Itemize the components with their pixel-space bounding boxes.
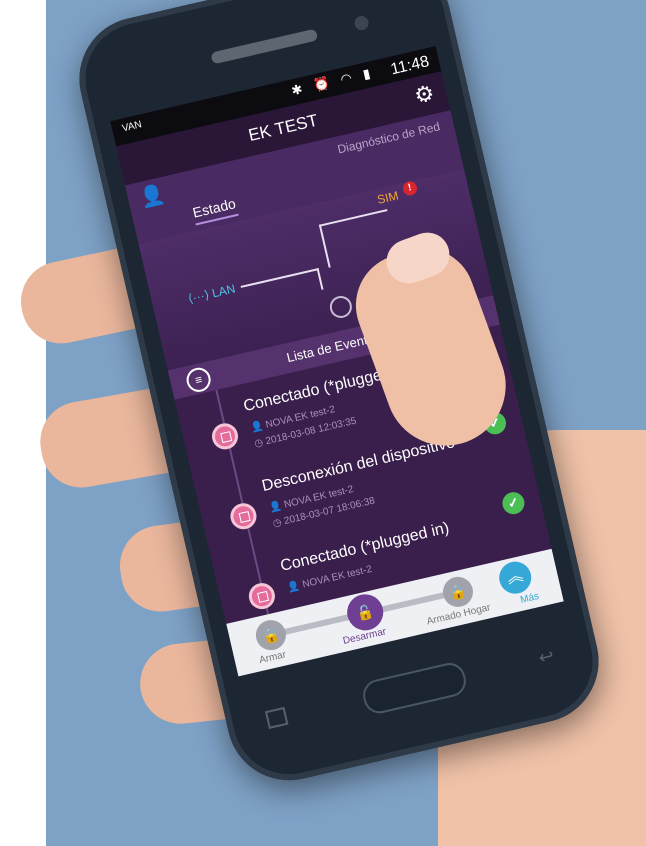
lock-icon[interactable]: 🔒 — [252, 617, 289, 654]
user-icon[interactable]: 👤 — [138, 181, 168, 211]
diagram-line — [240, 267, 319, 288]
front-camera — [353, 14, 370, 32]
diagram-line — [318, 224, 331, 268]
back-icon: ↩ — [536, 645, 556, 669]
nav-label-armar[interactable]: Armar — [258, 649, 287, 666]
phone-speaker — [210, 28, 319, 65]
device-icon — [246, 580, 278, 612]
diagram-line — [318, 209, 388, 227]
nav-label-mas[interactable]: Más — [519, 591, 540, 606]
status-left-text: VAN — [121, 119, 143, 135]
device-icon — [227, 500, 260, 532]
home-button — [360, 659, 469, 717]
recent-apps-icon — [264, 706, 289, 729]
lan-text: LAN — [210, 281, 237, 301]
sim-alert-badge: ! — [401, 179, 419, 197]
sim-label: SIM — [375, 188, 400, 207]
hub-node-icon — [327, 293, 355, 321]
home-lock-icon[interactable]: 🔒 — [439, 573, 476, 610]
chevron-up-icon[interactable]: ︽ — [496, 558, 535, 597]
device-icon — [209, 420, 241, 452]
tab-estado[interactable]: Estado — [191, 195, 239, 226]
check-icon: ✓ — [500, 489, 527, 517]
lan-label: ⟨···⟩ LAN — [186, 281, 237, 306]
diagram-line — [316, 267, 324, 290]
